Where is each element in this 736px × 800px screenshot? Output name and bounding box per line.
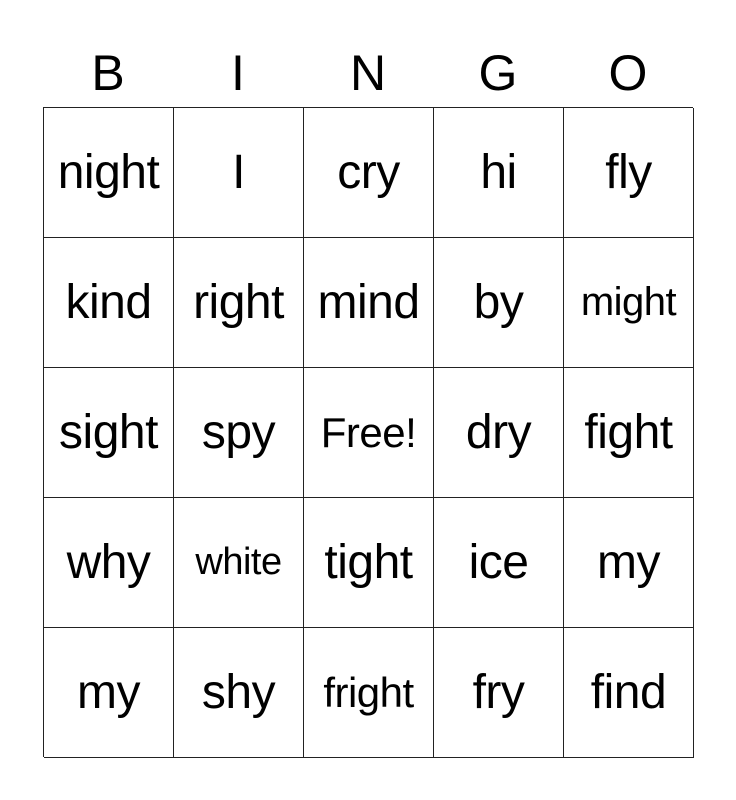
bingo-cell[interactable]: mind (304, 238, 434, 368)
header-letter-o: O (608, 45, 648, 101)
header-letter-b: B (91, 45, 125, 101)
bingo-cell[interactable]: find (564, 628, 694, 758)
bingo-cell[interactable]: why (44, 498, 174, 628)
bingo-cell[interactable]: dry (434, 368, 564, 498)
bingo-cell[interactable]: tight (304, 498, 434, 628)
header-letter-g: G (478, 45, 518, 101)
bingo-cell[interactable]: sight (44, 368, 174, 498)
bingo-cell[interactable]: I (174, 108, 304, 238)
bingo-cell[interactable]: fright (304, 628, 434, 758)
bingo-header: B I N G O (43, 40, 693, 106)
bingo-cell[interactable]: white (174, 498, 304, 628)
bingo-cell[interactable]: my (44, 628, 174, 758)
bingo-cell[interactable]: kind (44, 238, 174, 368)
bingo-cell[interactable]: night (44, 108, 174, 238)
header-letter-n: N (349, 45, 387, 101)
bingo-cell[interactable]: hi (434, 108, 564, 238)
bingo-cell[interactable]: by (434, 238, 564, 368)
bingo-cell[interactable]: fry (434, 628, 564, 758)
header-letter-i: I (231, 45, 245, 101)
bingo-cell[interactable]: cry (304, 108, 434, 238)
bingo-cell[interactable]: ice (434, 498, 564, 628)
bingo-cell[interactable]: shy (174, 628, 304, 758)
bingo-card-grid: night I cry hi fly kind right mind by mi… (43, 107, 694, 758)
bingo-cell[interactable]: my (564, 498, 694, 628)
bingo-cell[interactable]: spy (174, 368, 304, 498)
bingo-cell[interactable]: might (564, 238, 694, 368)
bingo-cell[interactable]: right (174, 238, 304, 368)
bingo-cell[interactable]: fly (564, 108, 694, 238)
bingo-cell[interactable]: fight (564, 368, 694, 498)
free-space-cell[interactable]: Free! (304, 368, 434, 498)
